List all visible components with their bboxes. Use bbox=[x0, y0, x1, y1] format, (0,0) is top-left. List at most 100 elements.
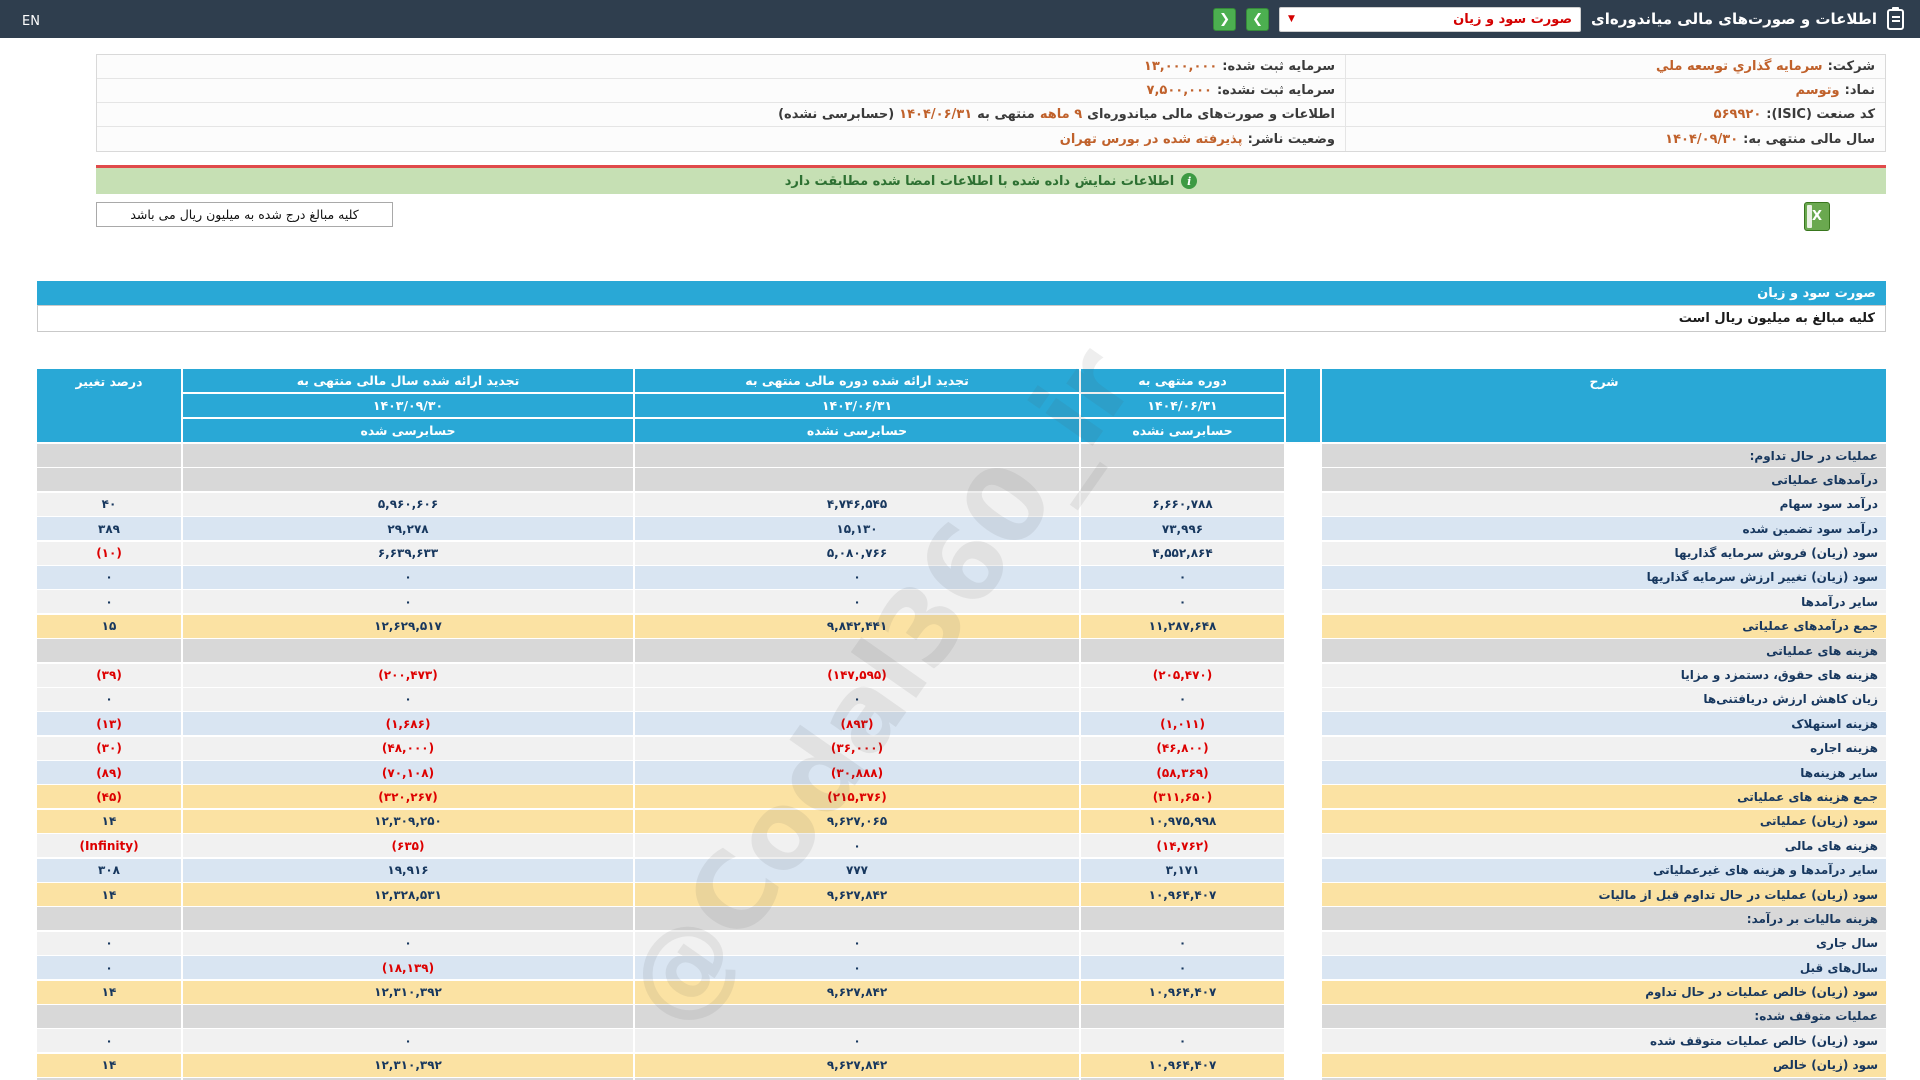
value-cell: ۵,۰۸۰,۷۶۶ bbox=[635, 542, 1079, 565]
value-cell: ۹,۶۲۷,۸۴۲ bbox=[635, 1054, 1079, 1077]
value-cell: ۰ bbox=[635, 932, 1079, 955]
value-cell: (۳۱۱,۶۵۰) bbox=[1081, 785, 1284, 808]
header-current-period: دوره منتهی به ۱۴۰۴/۰۶/۳۱ حسابرسی نشده bbox=[1081, 369, 1284, 442]
value-cell: (۴۵) bbox=[37, 785, 181, 808]
value-cell: ۲۹,۲۷۸ bbox=[183, 517, 633, 540]
value-cell: ۰ bbox=[37, 590, 181, 613]
table-row: هزینه های حقوق، دستمزد و مزایا(۲۰۵,۴۷۰)(… bbox=[37, 664, 1886, 687]
statement-section: صورت سود و زیان کلیه مبالغ به میلیون ریا… bbox=[37, 281, 1886, 1080]
row-label: سود (زیان) خالص عملیات در حال تداوم bbox=[1322, 981, 1886, 1004]
column-separator bbox=[1286, 493, 1320, 516]
value-cell: (۳۹) bbox=[37, 664, 181, 687]
column-separator bbox=[1286, 566, 1320, 589]
statement-type-select[interactable]: صورت سود و زیان ▼ bbox=[1279, 7, 1581, 32]
table-row: سایر درآمدها و هزینه های غیرعملیاتی۳,۱۷۱… bbox=[37, 859, 1886, 882]
table-row: سود (زیان) خالص عملیات در حال تداوم ۱۰,۹۶… bbox=[37, 981, 1886, 1004]
value-cell: ۰ bbox=[1081, 932, 1284, 955]
value-cell: (۳۰,۸۸۸) bbox=[635, 761, 1079, 784]
topbar: اطلاعات و صورت‌های مالی میاندوره‌ای صورت… bbox=[0, 0, 1920, 38]
value-cell: ۰ bbox=[37, 932, 181, 955]
value-cell bbox=[183, 907, 633, 930]
value-cell: ۱۴ bbox=[37, 1054, 181, 1077]
table-row: درآمد سود سهام۶,۶۶۰,۷۸۸۴,۷۴۶,۵۴۵۵,۹۶۰,۶۰… bbox=[37, 493, 1886, 516]
value-cell: ۹,۶۲۷,۸۴۲ bbox=[635, 883, 1079, 906]
value-cell: (۳۲۰,۲۶۷) bbox=[183, 785, 633, 808]
value-cell bbox=[37, 1005, 181, 1028]
value-cell: (۷۰,۱۰۸) bbox=[183, 761, 633, 784]
column-separator bbox=[1286, 639, 1320, 662]
amounts-note: کلیه مبالغ درج شده به میلیون ریال می باش… bbox=[96, 202, 393, 227]
value-cell: ۰ bbox=[635, 1029, 1079, 1052]
value-cell: ۷۷۷ bbox=[635, 859, 1079, 882]
excel-export-icon[interactable]: X bbox=[1804, 202, 1830, 231]
table-row: هزینه اجاره(۴۶,۸۰۰)(۳۶,۰۰۰)(۴۸,۰۰۰)(۳۰) bbox=[37, 737, 1886, 760]
value-cell: ۱۲,۳۱۰,۳۹۲ bbox=[183, 1054, 633, 1077]
row-label: هزینه استهلاک bbox=[1322, 712, 1886, 735]
row-label: درآمدهای عملیاتی bbox=[1322, 468, 1886, 491]
value-cell bbox=[635, 1005, 1079, 1028]
value-cell: ۰ bbox=[635, 688, 1079, 711]
value-cell: ۱۲,۳۱۰,۳۹۲ bbox=[183, 981, 633, 1004]
row-label: هزینه های عملیاتی bbox=[1322, 639, 1886, 662]
value-cell: ۱۰,۹۶۴,۴۰۷ bbox=[1081, 981, 1284, 1004]
header-restated-year-title: تجدید ارائه شده سال مالی منتهی به bbox=[183, 369, 633, 392]
info-value: ۱۴۰۴/۰۶/۳۱ bbox=[899, 107, 972, 122]
header-current-period-date: ۱۴۰۴/۰۶/۳۱ bbox=[1081, 394, 1284, 417]
value-cell: (۵۸,۳۶۹) bbox=[1081, 761, 1284, 784]
value-cell: (۳۶,۰۰۰) bbox=[635, 737, 1079, 760]
value-cell: ۱۵ bbox=[37, 615, 181, 638]
section-row: هزینه های عملیاتی bbox=[37, 639, 1886, 662]
info-value: پذیرفته شده در بورس تهران bbox=[1060, 132, 1243, 147]
info-cell-left: اطلاعات و صورت‌های مالی میاندوره‌ای۹ ماه… bbox=[97, 103, 1345, 126]
row-label: سود (زیان) عملیاتی bbox=[1322, 810, 1886, 833]
row-label: سال جاری bbox=[1322, 932, 1886, 955]
language-toggle-en[interactable]: EN bbox=[22, 14, 40, 29]
value-cell: (۱۰) bbox=[37, 542, 181, 565]
column-separator bbox=[1286, 590, 1320, 613]
value-cell: ۰ bbox=[1081, 956, 1284, 979]
value-cell bbox=[183, 444, 633, 467]
row-label: سود (زیان) خالص عملیات متوقف شده bbox=[1322, 1029, 1886, 1052]
column-separator bbox=[1286, 468, 1320, 491]
info-icon: i bbox=[1181, 173, 1197, 189]
info-value: سرمایه گذاري توسعه ملي bbox=[1656, 59, 1823, 74]
value-cell: ۰ bbox=[635, 834, 1079, 857]
value-cell: ۱۲,۳۰۹,۲۵۰ bbox=[183, 810, 633, 833]
info-value: وتوسم bbox=[1796, 83, 1840, 98]
row-label: سایر هزینه‌ها bbox=[1322, 761, 1886, 784]
info-label: شرکت: bbox=[1828, 59, 1875, 74]
value-cell: ۵,۹۶۰,۶۰۶ bbox=[183, 493, 633, 516]
value-cell bbox=[37, 639, 181, 662]
next-statement-button[interactable]: ❯ bbox=[1246, 8, 1269, 31]
table-row: هزینه های مالی(۱۴,۷۶۲)۰(۶۳۵)(Infinity) bbox=[37, 834, 1886, 857]
column-separator bbox=[1286, 444, 1320, 467]
value-cell: ۰ bbox=[635, 956, 1079, 979]
row-label: عملیات در حال تداوم: bbox=[1322, 444, 1886, 467]
prev-statement-button[interactable]: ❮ bbox=[1213, 8, 1236, 31]
row-label: سود (زیان) تغییر ارزش سرمایه گذاریها bbox=[1322, 566, 1886, 589]
value-cell: ۰ bbox=[37, 1029, 181, 1052]
header-restated-year-audit: حسابرسی شده bbox=[183, 419, 633, 442]
row-label: سود (زیان) عملیات در حال تداوم قبل از ما… bbox=[1322, 883, 1886, 906]
value-cell: ۱۰,۹۷۵,۹۹۸ bbox=[1081, 810, 1284, 833]
header-percent-change: درصد تغییر bbox=[37, 369, 181, 442]
info-value: ۹ ماهه bbox=[1040, 107, 1082, 122]
value-cell: ۳۰۸ bbox=[37, 859, 181, 882]
row-label: هزینه اجاره bbox=[1322, 737, 1886, 760]
value-cell: (۱۳) bbox=[37, 712, 181, 735]
value-cell bbox=[1081, 444, 1284, 467]
table-row: سایر هزینه‌ها(۵۸,۳۶۹)(۳۰,۸۸۸)(۷۰,۱۰۸)(۸۹… bbox=[37, 761, 1886, 784]
value-cell: ۱۱,۲۸۷,۶۴۸ bbox=[1081, 615, 1284, 638]
column-separator bbox=[1286, 883, 1320, 906]
info-label: وضعیت ناشر: bbox=[1248, 132, 1335, 147]
row-label: سایر درآمدها و هزینه های غیرعملیاتی bbox=[1322, 859, 1886, 882]
info-cell-right: نماد:وتوسم bbox=[1345, 79, 1885, 102]
info-label: کد صنعت (ISIC): bbox=[1766, 107, 1875, 122]
column-separator bbox=[1286, 834, 1320, 857]
header-current-period-audit: حسابرسی نشده bbox=[1081, 419, 1284, 442]
row-label: جمع هزینه های عملیاتی bbox=[1322, 785, 1886, 808]
row-label: هزینه های حقوق، دستمزد و مزایا bbox=[1322, 664, 1886, 687]
row-label: سود (زیان) فروش سرمایه گذاریها bbox=[1322, 542, 1886, 565]
value-cell: ۰ bbox=[1081, 1029, 1284, 1052]
table-row: سود (زیان) عملیاتی۱۰,۹۷۵,۹۹۸۹,۶۲۷,۰۶۵۱۲,… bbox=[37, 810, 1886, 833]
